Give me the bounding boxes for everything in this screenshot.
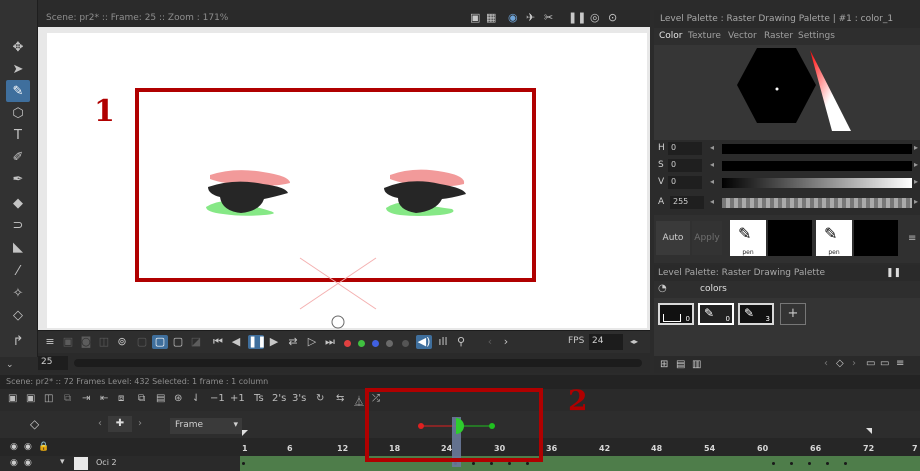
onion-skin-forward-dot [489, 423, 495, 429]
onion-skin-back-dot [418, 423, 424, 429]
onion-skin-current-half [456, 418, 464, 434]
timeline-overlay: 2 [365, 384, 587, 467]
annotation-label-2: 2 [568, 384, 587, 417]
